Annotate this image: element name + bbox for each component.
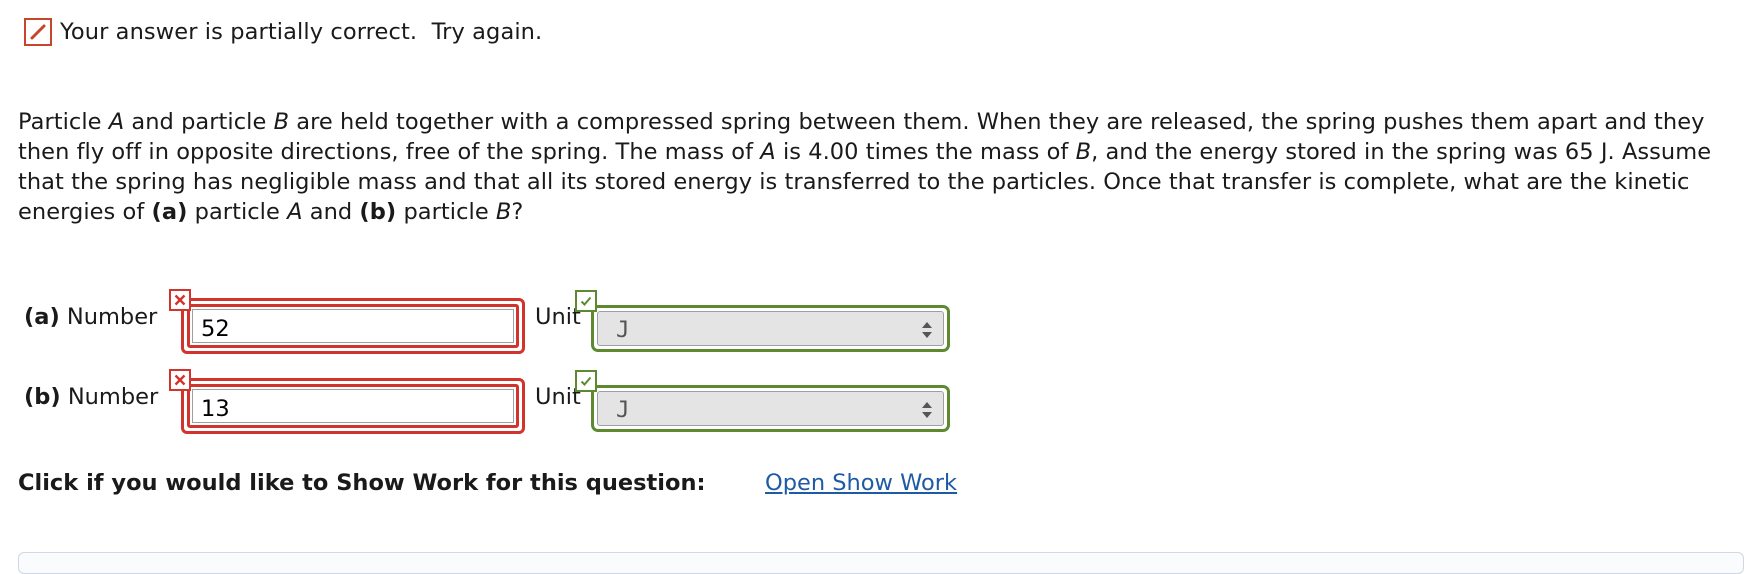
number-input-b[interactable] — [192, 389, 514, 423]
pencil-edit-icon — [24, 18, 52, 46]
correct-check-icon — [575, 370, 597, 392]
unit-label-a: Unit — [535, 304, 581, 330]
show-work-prompt: Click if you would like to Show Work for… — [18, 470, 706, 496]
show-work-panel — [18, 552, 1744, 574]
unit-select-b[interactable]: J — [597, 391, 944, 426]
incorrect-x-icon — [169, 369, 191, 391]
number-input-a[interactable] — [192, 309, 514, 343]
select-arrows-icon — [922, 322, 932, 338]
unit-select-b-frame: J — [591, 385, 950, 432]
show-work-label: Click if you would like to Show Work for… — [18, 470, 706, 496]
unit-select-a[interactable]: J — [597, 311, 944, 346]
number-field-b-frame — [181, 378, 525, 434]
answer-label-a: (a) Number — [24, 304, 158, 330]
incorrect-x-icon — [169, 289, 191, 311]
correct-check-icon — [575, 290, 597, 312]
select-arrows-icon — [922, 402, 932, 418]
feedback-text: Your answer is partially correct. Try ag… — [60, 19, 543, 45]
number-field-a-frame — [181, 298, 525, 354]
unit-value-b: J — [616, 397, 630, 423]
answer-label-b: (b) Number — [24, 384, 159, 410]
unit-value-a: J — [616, 317, 630, 343]
unit-label-b: Unit — [535, 384, 581, 410]
open-show-work-link[interactable]: Open Show Work — [765, 470, 957, 496]
feedback-status: Your answer is partially correct. Try ag… — [24, 16, 542, 48]
question-text: Particle A and particle B are held toget… — [18, 109, 1712, 225]
unit-select-a-frame: J — [591, 305, 950, 352]
